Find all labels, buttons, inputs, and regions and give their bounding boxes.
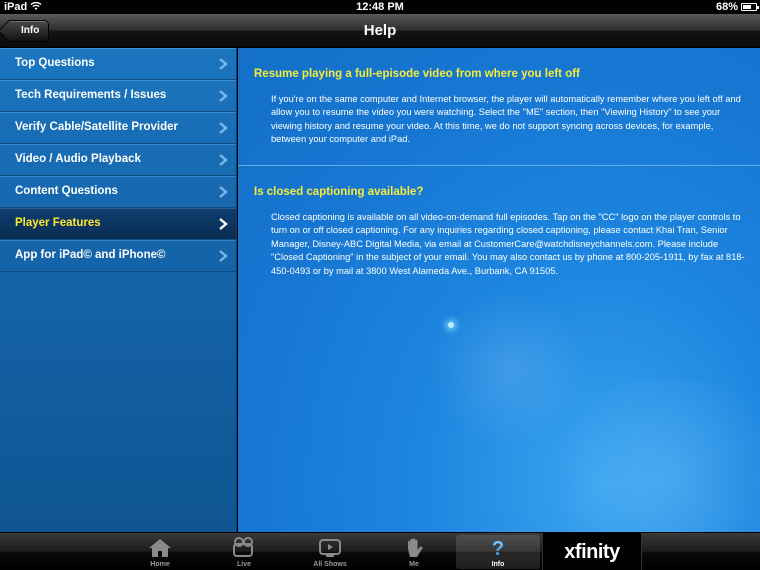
sidebar-item[interactable]: Verify Cable/Satellite Provider [0,112,236,144]
sidebar-item-label: Tech Requirements / Issues [15,89,167,101]
faq-answer: Closed captioning is available on all vi… [271,212,745,276]
tv-icon [319,539,341,557]
tab-bar: Home Live All Shows Me ? Info xfinity [0,532,760,570]
help-content: Resume playing a full-episode video from… [238,48,760,532]
background-sparkle [448,322,454,328]
clock: 12:48 PM [356,1,404,13]
sidebar-item[interactable]: App for iPad© and iPhone© [0,240,236,272]
tab-label: Live [236,561,251,568]
sidebar-item-label: Top Questions [15,57,95,69]
sidebar-item-label: Verify Cable/Satellite Provider [15,121,178,133]
sidebar-item-label: Video / Audio Playback [15,153,141,165]
brand-logo-text: xfinity [564,541,620,563]
chevron-right-icon [219,58,228,70]
xfinity-logo: xfinity [542,533,642,570]
sidebar-item-label: Content Questions [15,185,118,197]
tab-me[interactable]: Me [372,535,456,569]
tab-label: All Shows [313,561,347,568]
chevron-right-icon [219,122,228,134]
status-bar: iPad 12:48 PM 68% [0,0,760,14]
chevron-right-icon [219,250,228,262]
battery-icon [741,3,759,11]
sidebar-item[interactable]: Player Features [0,208,236,240]
chevron-right-icon [219,154,228,166]
tab-info[interactable]: ? Info [456,535,540,569]
sidebar-item-label: Player Features [15,217,101,229]
faq-answer: If you're on the same computer and Inter… [271,94,741,145]
battery-percent: 68% [715,1,738,13]
navigation-bar: Info Help [0,14,760,48]
hand-icon [408,538,423,557]
tab-label: Info [491,561,505,568]
sidebar-item[interactable]: Video / Audio Playback [0,144,236,176]
tab-live[interactable]: Live [202,535,286,569]
sidebar-item[interactable]: Content Questions [0,176,236,208]
sidebar-item[interactable]: Top Questions [0,48,236,80]
chevron-right-icon [219,90,228,102]
tab-label: Home [150,561,170,568]
chevron-right-icon [219,186,228,198]
home-icon [149,539,171,557]
faq-section: Resume playing a full-episode video from… [238,48,760,166]
live-icon [233,537,253,557]
tab-label: Me [409,561,419,568]
page-title: Help [363,22,397,39]
tab-home[interactable]: Home [118,535,202,569]
help-topics-sidebar: Top Questions Tech Requirements / Issues V… [0,48,237,532]
svg-text:?: ? [492,538,504,559]
faq-question: Resume playing a full-episode video from… [254,68,580,80]
chevron-right-icon [219,218,228,230]
tab-all-shows[interactable]: All Shows [288,535,372,569]
sidebar-item[interactable]: Tech Requirements / Issues [0,80,236,112]
faq-question: Is closed captioning available? [254,186,424,198]
sidebar-item-label: App for iPad© and iPhone© [15,249,166,261]
question-icon: ? [492,538,504,559]
